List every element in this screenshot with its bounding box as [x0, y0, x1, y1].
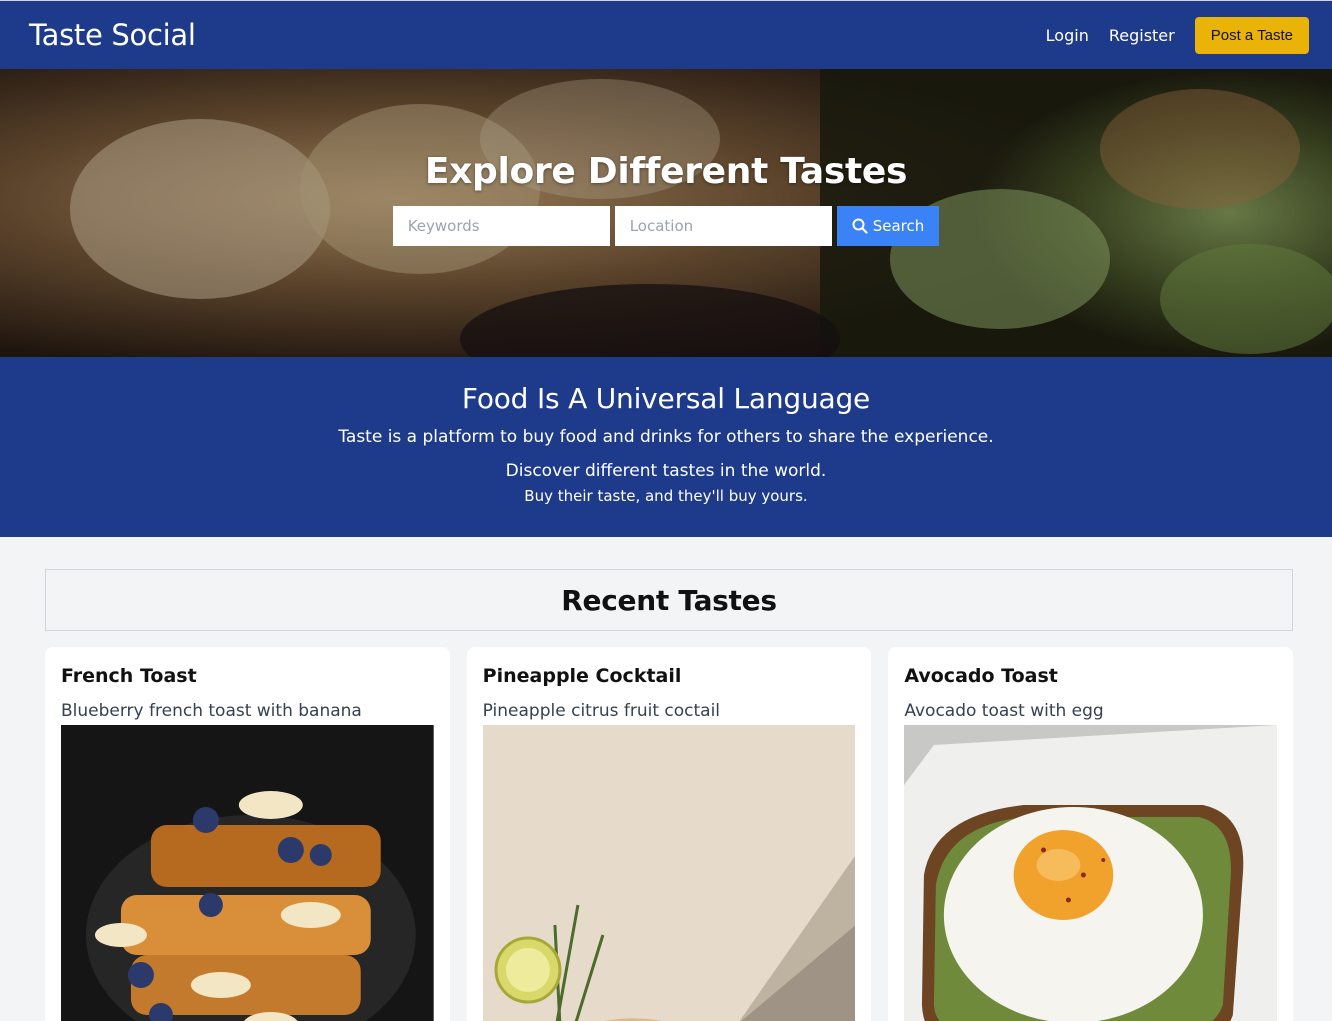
search-icon [852, 218, 868, 234]
taste-card-title[interactable]: French Toast [61, 665, 434, 687]
hero-section: Explore Different Tastes Search [0, 69, 1332, 357]
register-link[interactable]: Register [1109, 26, 1175, 45]
hero-content: Explore Different Tastes Search [392, 150, 940, 246]
brand-logo-link[interactable]: Taste Social [29, 18, 196, 52]
taste-card-title[interactable]: Pineapple Cocktail [483, 665, 856, 687]
search-form: Search [392, 205, 940, 246]
hero-title: Explore Different Tastes [424, 150, 908, 192]
about-line-1: Taste is a platform to buy food and drin… [338, 427, 994, 447]
recent-tastes-header: Recent Tastes [45, 569, 1293, 631]
about-line-3: Buy their taste, and they'll buy yours. [524, 487, 808, 505]
taste-card-description: Pineapple citrus fruit coctail [482, 701, 721, 721]
taste-cards: French Toast Blueberry french toast with… [45, 647, 1294, 1021]
about-line-2: Discover different tastes in the world. [505, 461, 827, 481]
navbar: Taste Social Login Register Post a Taste [0, 0, 1332, 69]
about-title: Food Is A Universal Language [461, 382, 871, 415]
taste-card-title[interactable]: Avocado Toast [904, 665, 1277, 687]
location-input[interactable] [614, 205, 832, 246]
nav-links: Login Register Post a Taste [1026, 16, 1309, 54]
taste-card[interactable]: French Toast Blueberry french toast with… [45, 647, 450, 1021]
keywords-input[interactable] [392, 205, 610, 246]
taste-card[interactable]: Avocado Toast Avocado toast with egg [888, 647, 1294, 1021]
search-button[interactable]: Search [836, 205, 940, 246]
recent-tastes-title: Recent Tastes [561, 583, 777, 617]
post-taste-button[interactable]: Post a Taste [1194, 16, 1309, 54]
taste-card-description: Avocado toast with egg [904, 701, 1104, 721]
search-button-label: Search [872, 216, 925, 235]
login-link[interactable]: Login [1046, 26, 1089, 45]
about-section: Food Is A Universal Language Taste is a … [0, 357, 1332, 537]
pineapple-cocktail-image[interactable] [482, 725, 856, 1021]
recent-tastes-section: Recent Tastes French Toast Blueberry fre… [0, 537, 1332, 1021]
taste-card-description: Blueberry french toast with banana [61, 701, 362, 721]
taste-card[interactable]: Pineapple Cocktail Pineapple citrus frui… [466, 647, 872, 1021]
french-toast-image[interactable] [61, 725, 434, 1021]
avocado-toast-image[interactable] [904, 725, 1278, 1021]
